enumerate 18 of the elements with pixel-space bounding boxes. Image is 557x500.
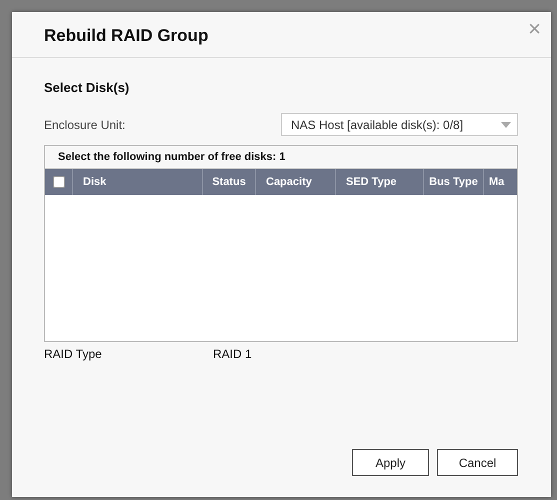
dialog-button[interactable]: Cancel: [437, 449, 518, 476]
column-header[interactable]: Capacity: [266, 176, 312, 188]
close-button[interactable]: ×: [528, 18, 541, 40]
column-header[interactable]: Disk: [83, 176, 106, 188]
dialog-title: Rebuild RAID Group: [44, 26, 208, 46]
raid-type-value: RAID 1: [213, 347, 252, 361]
column-header[interactable]: Ma: [489, 176, 504, 188]
raid-type-label: RAID Type: [44, 347, 103, 361]
column-header[interactable]: Bus Type: [429, 176, 478, 188]
table-caption: Select the following number of free disks: 1: [45, 146, 517, 169]
dialog-button[interactable]: Apply: [352, 449, 429, 476]
select-all-checkbox[interactable]: [52, 176, 64, 188]
caret-icon: [501, 122, 511, 128]
column-header[interactable]: Status: [212, 176, 246, 188]
enclosure-dropdown[interactable]: NAS Host [available disk(s): 0/8]: [281, 113, 518, 136]
enclosure-label: Enclosure Unit:: [44, 118, 126, 132]
column-header[interactable]: SED Type: [346, 176, 397, 188]
section-title: Select Disk(s): [44, 80, 130, 95]
